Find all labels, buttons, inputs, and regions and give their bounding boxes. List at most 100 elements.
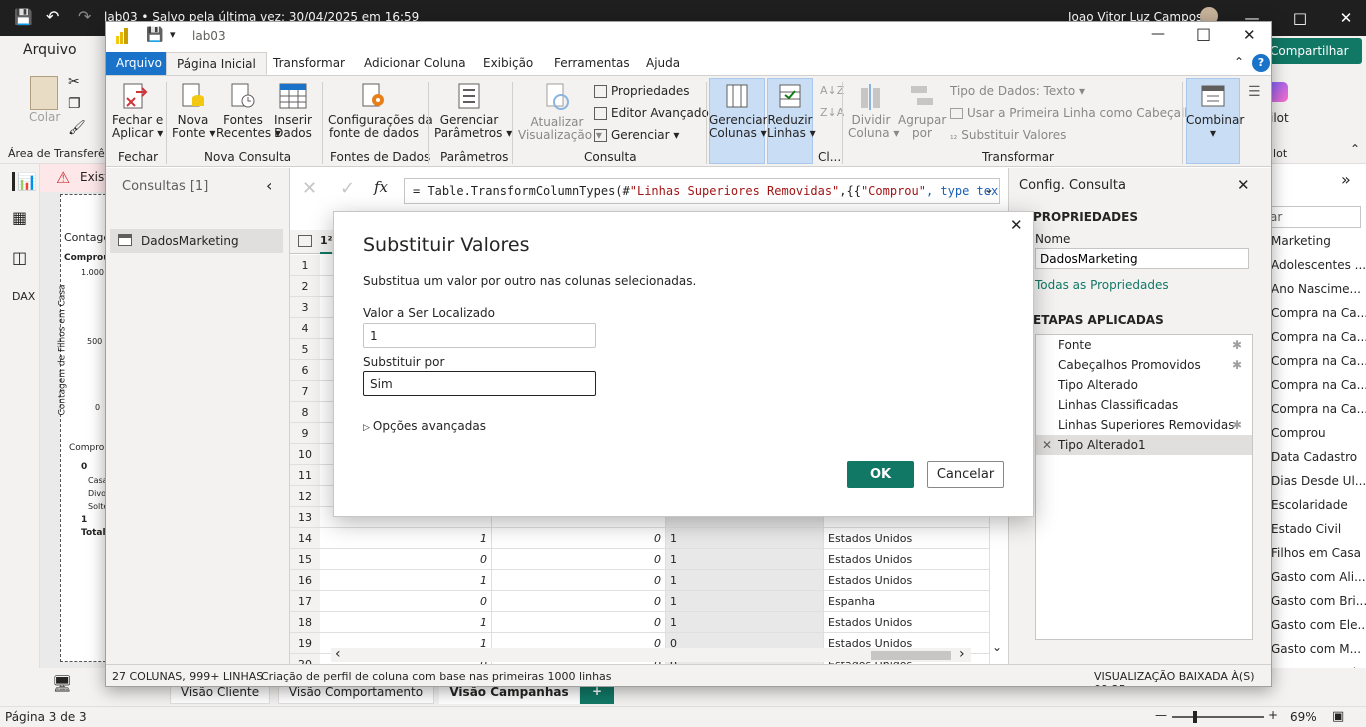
- advanced-editor-button[interactable]: Editor Avançado: [594, 106, 709, 120]
- field-item[interactable]: Data Cadastro: [1271, 450, 1357, 464]
- enter-data-button[interactable]: Inserir Dados: [272, 82, 314, 140]
- all-properties-link[interactable]: Todas as Propriedades: [1035, 278, 1169, 292]
- zoom-level[interactable]: 69%: [1290, 710, 1317, 724]
- table-cell[interactable]: 1: [320, 570, 492, 591]
- column-type-icon[interactable]: 1²: [320, 234, 332, 247]
- commit-formula-icon[interactable]: ✓: [340, 178, 355, 199]
- table-cell[interactable]: 0: [492, 591, 666, 612]
- redo-icon[interactable]: ↷: [78, 7, 91, 26]
- field-item[interactable]: Gasto com Ali...: [1271, 570, 1366, 584]
- scroll-down-icon[interactable]: ⌄: [992, 640, 1002, 654]
- cancel-button[interactable]: Cancelar: [927, 461, 1004, 488]
- tab-adicionar-coluna[interactable]: Adicionar Coluna: [354, 52, 476, 75]
- delete-step-icon[interactable]: ✕: [1042, 435, 1052, 455]
- scroll-right-icon[interactable]: ›: [959, 646, 965, 662]
- table-cell[interactable]: 1: [666, 528, 824, 549]
- tab-ajuda[interactable]: Ajuda: [636, 52, 690, 75]
- scroll-left-icon[interactable]: ‹: [335, 646, 341, 662]
- table-view-icon[interactable]: ▦: [12, 208, 27, 227]
- dax-view-icon[interactable]: DAX: [12, 290, 35, 303]
- maximize-icon[interactable]: □: [1290, 8, 1310, 28]
- table-row[interactable]: 15 0 0 1 Estados Unidos: [290, 549, 990, 570]
- field-item[interactable]: Escolaridade: [1271, 498, 1348, 512]
- warning-banner[interactable]: ⚠ Existe: [40, 164, 116, 192]
- table-cell[interactable]: 1: [666, 612, 824, 633]
- scroll-thumb[interactable]: [871, 651, 951, 660]
- field-item[interactable]: Dias Desde Ul...: [1271, 474, 1366, 488]
- collapse-ribbon-icon[interactable]: ⌃: [1350, 142, 1360, 156]
- refresh-preview-button[interactable]: Atualizar Visualização ▾: [518, 82, 602, 142]
- field-item[interactable]: Gasto com M...: [1271, 642, 1361, 656]
- applied-step[interactable]: ✕ Tipo Alterado1: [1036, 435, 1252, 455]
- table-cell[interactable]: 1: [320, 612, 492, 633]
- combine-button[interactable]: Combinar ▾: [1186, 82, 1244, 140]
- expand-pane-icon[interactable]: »: [1341, 170, 1351, 189]
- table-row[interactable]: 14 1 0 1 Estados Unidos: [290, 528, 990, 549]
- formula-bar[interactable]: = Table.TransformColumnTypes(#"Linhas Su…: [404, 178, 1000, 204]
- format-painter-icon[interactable]: 🖌: [68, 120, 86, 136]
- find-value-input[interactable]: [363, 323, 596, 348]
- pq-customize-icon[interactable]: ▾: [170, 28, 176, 41]
- new-source-button[interactable]: Nova Fonte ▾: [172, 82, 215, 140]
- data-type-dropdown[interactable]: Tipo de Dados: Texto ▾: [950, 84, 1085, 98]
- zoom-in-icon[interactable]: +: [1268, 708, 1278, 722]
- table-cell[interactable]: 1: [320, 528, 492, 549]
- group-by-button[interactable]: Agrupar por: [898, 82, 946, 140]
- chart-visual[interactable]: Contage Comprou Contagem de Filhos em Ca…: [57, 194, 110, 662]
- pq-minimize-icon[interactable]: —: [1151, 26, 1165, 42]
- table-cell[interactable]: 0: [320, 591, 492, 612]
- zoom-slider-thumb[interactable]: [1193, 711, 1197, 723]
- table-cell[interactable]: Estados Unidos: [824, 570, 990, 591]
- close-icon[interactable]: ✕: [1336, 8, 1356, 28]
- table-cell[interactable]: 0: [492, 570, 666, 591]
- query-item[interactable]: DadosMarketing: [110, 229, 283, 253]
- help-icon[interactable]: ?: [1252, 54, 1270, 72]
- table-cell[interactable]: 0: [492, 612, 666, 633]
- manage-button[interactable]: Gerenciar ▾: [594, 128, 679, 142]
- field-item[interactable]: Adolescentes ...: [1271, 258, 1366, 272]
- cut-icon[interactable]: ✂: [68, 74, 80, 90]
- ai-insights-icon[interactable]: ☰: [1248, 84, 1261, 100]
- table-cell[interactable]: 0: [320, 549, 492, 570]
- ok-button[interactable]: OK: [847, 461, 914, 488]
- pq-save-icon[interactable]: 💾: [146, 27, 163, 43]
- table-cell[interactable]: Estados Unidos: [824, 612, 990, 633]
- pbi-file-tab[interactable]: Arquivo: [23, 42, 77, 58]
- manage-columns-button[interactable]: Gerenciar Colunas ▾: [709, 82, 768, 140]
- applied-step[interactable]: Fonte ✱: [1036, 335, 1252, 355]
- collapse-ribbon-icon[interactable]: ⌃: [1234, 55, 1244, 69]
- close-apply-button[interactable]: Fechar e Aplicar ▾: [112, 82, 163, 140]
- horizontal-scrollbar-track[interactable]: ‹ ›: [331, 646, 971, 662]
- field-item[interactable]: Compra na Ca...: [1271, 306, 1366, 320]
- table-row[interactable]: 16 1 0 1 Estados Unidos: [290, 570, 990, 591]
- field-item[interactable]: Marketing: [1271, 234, 1331, 248]
- advanced-options-toggle[interactable]: ▷ Opções avançadas: [363, 419, 486, 433]
- tab-exibicao[interactable]: Exibição: [473, 52, 543, 75]
- applied-step[interactable]: Tipo Alterado: [1036, 375, 1252, 395]
- table-row[interactable]: 17 0 0 1 Espanha: [290, 591, 990, 612]
- share-button[interactable]: Compartilhar: [1266, 38, 1362, 64]
- field-item[interactable]: Filhos em Casa: [1271, 546, 1361, 560]
- use-first-row-headers-button[interactable]: Usar a Primeira Linha como Cabeçalho ▾: [950, 106, 1209, 120]
- field-item[interactable]: Gasto com Ele...: [1271, 618, 1366, 632]
- recent-sources-button[interactable]: Fontes Recentes ▾: [216, 82, 281, 140]
- table-cell[interactable]: 1: [666, 591, 824, 612]
- copy-icon[interactable]: ❐: [68, 96, 81, 112]
- expand-formula-icon[interactable]: ⌄: [984, 182, 994, 196]
- desktop-view-icon[interactable]: 🖥: [52, 674, 72, 693]
- field-item[interactable]: Compra na Ca...: [1271, 330, 1366, 344]
- zoom-slider[interactable]: [1172, 716, 1264, 718]
- field-item[interactable]: Estado Civil: [1271, 522, 1341, 536]
- step-settings-icon[interactable]: ✱: [1232, 355, 1242, 375]
- field-item[interactable]: Compra na Ca...: [1271, 402, 1366, 416]
- table-cell[interactable]: Estados Unidos: [824, 528, 990, 549]
- function-icon[interactable]: fx: [374, 178, 388, 196]
- table-cell[interactable]: 1: [666, 570, 824, 591]
- applied-step[interactable]: Linhas Superiores Removidas ✱: [1036, 415, 1252, 435]
- pq-close-icon[interactable]: ✕: [1243, 26, 1256, 44]
- collapse-queries-icon[interactable]: ‹: [266, 176, 272, 195]
- manage-parameters-button[interactable]: Gerenciar Parâmetros ▾: [434, 82, 512, 140]
- step-settings-icon[interactable]: ✱: [1232, 335, 1242, 355]
- dialog-close-icon[interactable]: ✕: [1010, 216, 1023, 234]
- table-cell[interactable]: Estados Unidos: [824, 549, 990, 570]
